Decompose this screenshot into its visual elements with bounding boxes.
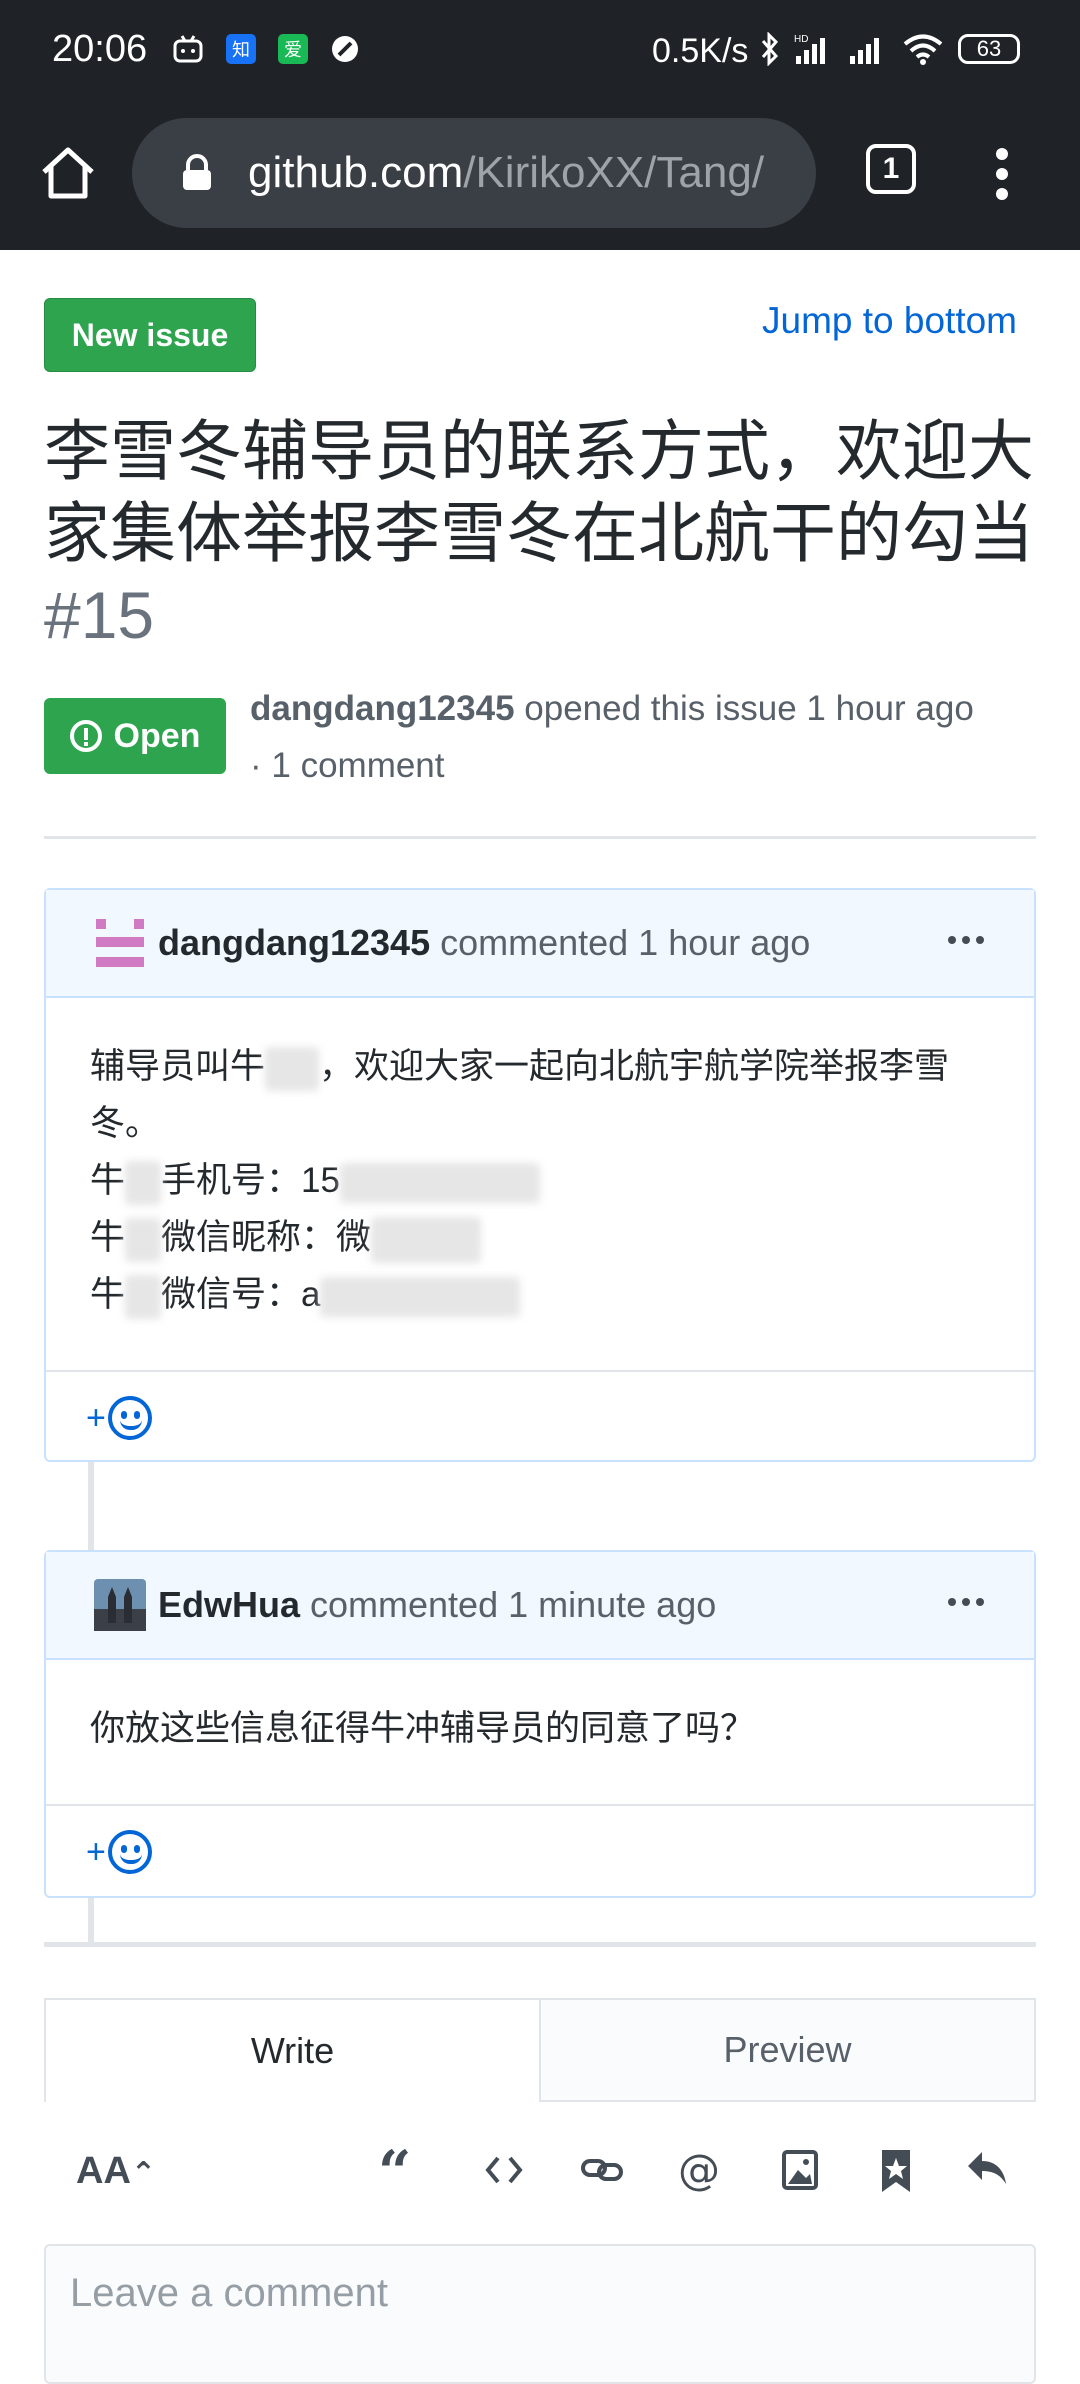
smiley-icon <box>107 1396 152 1440</box>
bilibili-icon <box>173 35 203 63</box>
issue-opened-icon <box>69 720 102 752</box>
issue-opened-text: opened this issue 1 hour ago <box>524 689 974 728</box>
link-icon[interactable] <box>580 2148 624 2192</box>
comment-author-link[interactable]: dangdang12345 <box>158 922 430 964</box>
bluetooth-icon <box>761 32 779 66</box>
avatar[interactable] <box>94 917 146 969</box>
comment-header: dangdang12345 commented 1 hour ago <box>46 890 1034 998</box>
comment-timestamp: commented 1 hour ago <box>440 922 811 963</box>
system-icons: HD 63 <box>760 32 1020 66</box>
home-icon[interactable] <box>38 142 98 202</box>
svg-text:@: @ <box>678 2148 720 2192</box>
smiley-icon <box>107 1830 152 1874</box>
url-text: github.com/KirikoXX/Tang/ <box>248 148 764 198</box>
browser-toolbar: github.com/KirikoXX/Tang/ 1 <box>0 100 1080 250</box>
issue-title: 李雪冬辅导员的联系方式，欢迎大家集体举报李雪冬在北航干的勾当 #15 <box>44 410 1044 656</box>
comment-body: 你放这些信息征得牛冲辅导员的同意了吗？ <box>46 1660 1034 1804</box>
comment-footer: + <box>46 1370 1034 1464</box>
add-reaction-button[interactable]: + <box>86 1830 152 1874</box>
signal-hd-icon: HD <box>794 34 825 64</box>
mention-icon[interactable]: @ <box>678 2148 722 2192</box>
tab-preview[interactable]: Preview <box>541 2000 1034 2102</box>
address-bar[interactable]: github.com/KirikoXX/Tang/ <box>132 118 816 228</box>
tab-switcher-button[interactable]: 1 <box>866 144 916 194</box>
image-icon[interactable] <box>780 2148 820 2192</box>
timeline-connector <box>88 1460 94 1550</box>
avatar[interactable] <box>94 1579 146 1631</box>
iqiyi-icon: 爱 <box>278 34 308 64</box>
timeline-connector <box>88 1896 94 1944</box>
issue-state-label: Open <box>113 716 201 755</box>
comment-author-link[interactable]: EdwHua <box>158 1584 300 1626</box>
svg-text:“: “ <box>378 2148 411 2192</box>
issue-number: #15 <box>44 578 155 652</box>
notification-icons: 知 爱 <box>172 34 360 64</box>
comment-footer: + <box>46 1804 1034 1898</box>
status-bar: 20:06 知 爱 0.5K/s HD 63 <box>0 0 1080 100</box>
network-speed: 0.5K/s <box>652 32 749 70</box>
do-not-disturb-icon <box>332 36 358 62</box>
comment-text: 你放这些信息征得牛冲辅导员的同意了吗？ <box>90 1709 756 1748</box>
wifi-icon <box>903 34 943 65</box>
quote-icon[interactable]: “ <box>378 2148 420 2192</box>
code-icon[interactable] <box>484 2148 524 2192</box>
comment-input[interactable] <box>68 2270 972 2317</box>
comment-timestamp: commented 1 minute ago <box>310 1584 717 1625</box>
battery-icon: 63 <box>958 34 1020 64</box>
issue-meta: dangdang12345 opened this issue 1 hour a… <box>250 680 1050 794</box>
comment-card: EdwHua commented 1 minute ago 你放这些信息征得牛冲… <box>44 1550 1036 1898</box>
zhihu-icon: 知 <box>226 34 256 64</box>
comment-card: dangdang12345 commented 1 hour ago 辅导员叫牛… <box>44 888 1036 1462</box>
timeline-divider <box>44 1942 1036 1947</box>
lock-icon <box>183 154 211 190</box>
issue-comment-count: · 1 comment <box>250 746 445 785</box>
comment-textarea-container <box>44 2244 1036 2384</box>
url-path: /KirikoXX/Tang/ <box>463 148 765 197</box>
header-divider <box>44 836 1036 839</box>
status-time: 20:06 <box>52 28 148 70</box>
new-issue-button[interactable]: New issue <box>44 298 256 372</box>
markdown-toolbar: AA⌃ “ @ <box>0 2110 1080 2230</box>
add-reaction-button[interactable]: + <box>86 1396 152 1440</box>
comment-header: EdwHua commented 1 minute ago <box>46 1552 1034 1660</box>
reply-icon[interactable] <box>966 2148 1008 2188</box>
svg-text:HD: HD <box>794 34 808 45</box>
signal-icon <box>850 38 879 64</box>
comment-line: 牛手机号：15 <box>90 1152 990 1209</box>
saved-reply-icon[interactable] <box>878 2148 914 2194</box>
issue-state-badge: Open <box>44 698 226 774</box>
jump-to-bottom-link[interactable]: Jump to bottom <box>762 300 1017 342</box>
comment-line: 牛微信昵称：微 <box>90 1209 990 1266</box>
comment-line: 牛微信号：a <box>90 1266 990 1323</box>
comment-menu-icon[interactable] <box>948 1598 984 1606</box>
comment-menu-icon[interactable] <box>948 936 984 944</box>
comment-body: 辅导员叫牛 ，欢迎大家一起向北航宇航学院举报李雪冬。 牛手机号：15 牛微信昵称：… <box>46 998 1034 1370</box>
overflow-menu-icon[interactable] <box>996 148 1008 200</box>
text-size-button[interactable]: AA⌃ <box>76 2150 156 2193</box>
editor-tabs: Write Preview <box>44 1998 1036 2102</box>
url-host: github.com <box>248 148 464 197</box>
issue-opener-link[interactable]: dangdang12345 <box>250 689 515 728</box>
comment-line: 辅导员叫牛 ，欢迎大家一起向北航宇航学院举报李雪冬。 <box>90 1046 950 1143</box>
issue-title-text: 李雪冬辅导员的联系方式，欢迎大家集体举报李雪冬在北航干的勾当 <box>44 414 1034 570</box>
tab-write[interactable]: Write <box>46 2000 541 2102</box>
